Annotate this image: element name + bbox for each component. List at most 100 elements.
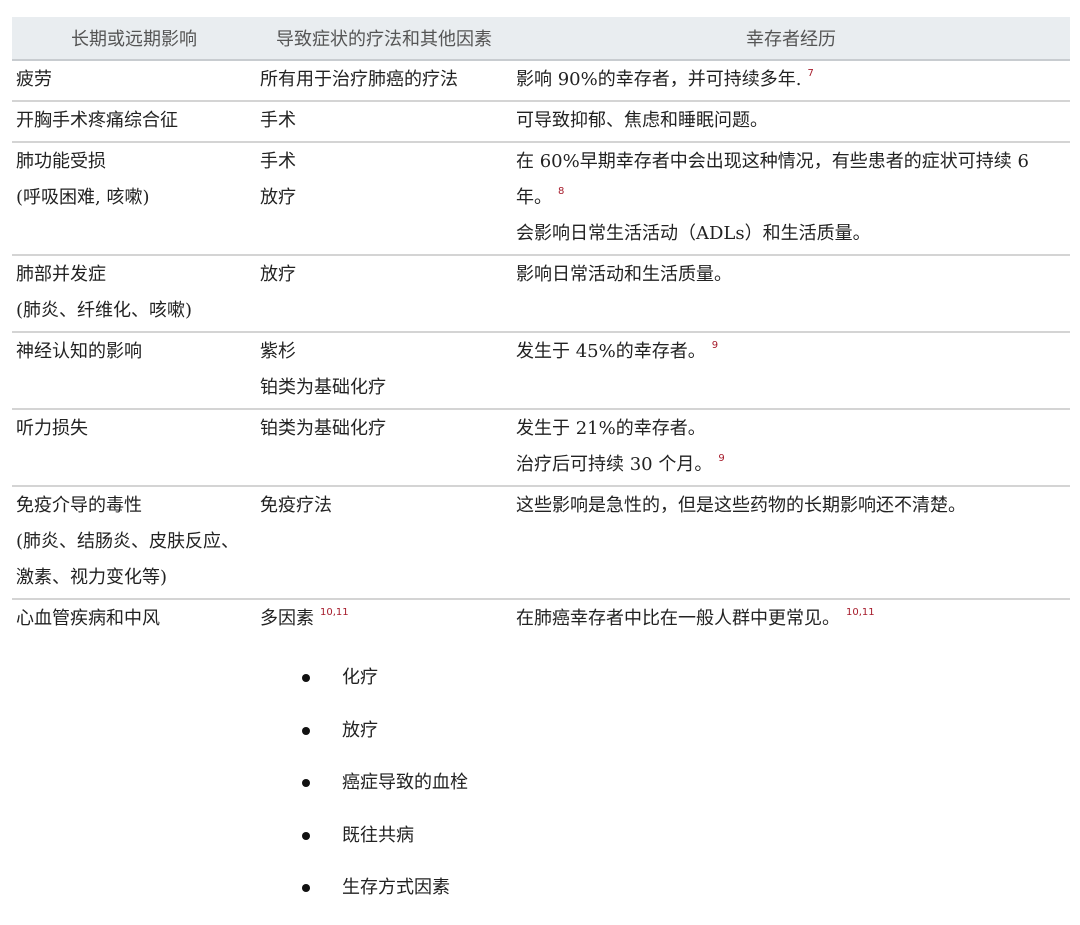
reference-superscript: 10,11	[846, 607, 875, 618]
table-row: 心血管疾病和中风 多因素 10,11 在肺癌幸存者中比在一般人群中更常见。 10,11	[12, 599, 1070, 639]
cause-text: 免疫疗法	[260, 488, 508, 524]
effect-text: (肺炎、纤维化、咳嗽)	[16, 300, 193, 321]
causes-cell: 手术	[256, 101, 512, 143]
effect-cell: 心血管疾病和中风	[12, 599, 256, 639]
cause-label: 铂类为基础化疗	[260, 377, 386, 398]
experience-cell: 在肺癌幸存者中比在一般人群中更常见。 10,11	[512, 599, 1070, 639]
table-row: 听力损失 铂类为基础化疗 发生于 21%的幸存者。 治疗后可持续 30 个月。 9	[12, 409, 1070, 487]
cause-text: 手术	[260, 144, 508, 180]
effect-text: 心血管疾病和中风	[16, 608, 160, 629]
table-row: 免疫介导的毒性 (肺炎、结肠炎、皮肤反应、 激素、视力变化等) 免疫疗法 这些影响是急性…	[12, 486, 1070, 600]
cause-text: 铂类为基础化疗	[260, 370, 508, 406]
table-header-row: 长期或远期影响 导致症状的疗法和其他因素 幸存者经历	[12, 17, 1070, 61]
table-row: 肺功能受损 (呼吸困难, 咳嗽) 手术 放疗在 60%早期幸存者中会出现这种情况，有些…	[12, 142, 1070, 256]
cause-label: 手术	[260, 151, 296, 172]
long-term-effects-table: 长期或远期影响 导致症状的疗法和其他因素 幸存者经历 疲劳 所有用于治疗肺癌的疗法…	[12, 17, 1070, 639]
factor-text: 生存方式因素	[342, 877, 450, 898]
experience-label: 影响 90%的幸存者，并可持续多年.	[516, 69, 802, 90]
factor-text: 既往共病	[342, 824, 414, 846]
experience-text: 在 60%早期幸存者中会出现这种情况，有些患者的症状可持续 6 年。 8	[516, 144, 1068, 216]
experience-cell: 在 60%早期幸存者中会出现这种情况，有些患者的症状可持续 6 年。 8 会影响日常…	[512, 142, 1070, 256]
list-item: 既往共病	[297, 815, 468, 868]
bullet-dot-icon	[302, 674, 310, 682]
cause-label: 紫杉	[260, 341, 296, 362]
cause-text: 紫杉	[260, 334, 508, 370]
table-body: 疲劳 所有用于治疗肺癌的疗法 影响 90%的幸存者，并可持续多年. 7 开胸手术疼痛综合…	[12, 60, 1070, 639]
experience-label: 在 60%早期幸存者中会出现这种情况，有些患者的症状可持续 6 年。	[516, 151, 1029, 208]
effect-cell: 开胸手术疼痛综合征	[12, 101, 256, 143]
experience-label: 在肺癌幸存者中比在一般人群中更常见。	[516, 608, 840, 629]
experience-label: 会影响日常生活活动（ADLs）和生活质量。	[516, 223, 871, 244]
causes-cell: 铂类为基础化疗	[256, 409, 512, 487]
cause-text: 多因素 10,11	[260, 601, 508, 637]
factor-text: 癌症导致的血栓	[342, 772, 468, 793]
effect-cell: 免疫介导的毒性 (肺炎、结肠炎、皮肤反应、 激素、视力变化等)	[12, 486, 256, 600]
effect-text: (肺炎、结肠炎、皮肤反应、	[16, 531, 240, 552]
effect-cell: 肺功能受损 (呼吸困难, 咳嗽)	[12, 142, 256, 256]
factor-text: 化疗	[342, 667, 378, 688]
experience-text: 影响日常活动和生活质量。	[516, 257, 1068, 293]
bullet-dot-icon	[302, 779, 310, 787]
effect-text: 肺功能受损	[16, 151, 106, 172]
bullet-dot-icon	[302, 726, 310, 735]
cause-label: 手术	[260, 110, 296, 131]
effect-text: 疲劳	[16, 69, 52, 90]
experience-text: 这些影响是急性的，但是这些药物的长期影响还不清楚。	[516, 488, 1068, 524]
cause-text: 手术	[260, 103, 508, 139]
experience-label: 治疗后可持续 30 个月。	[516, 454, 713, 475]
cause-label: 放疗	[260, 187, 296, 208]
cause-text: 放疗	[260, 257, 508, 293]
table-row: 开胸手术疼痛综合征 手术 可导致抑郁、焦虑和睡眠问题。	[12, 101, 1070, 143]
effect-cell: 肺部并发症 (肺炎、纤维化、咳嗽)	[12, 255, 256, 333]
experience-label: 这些影响是急性的，但是这些药物的长期影响还不清楚。	[516, 495, 966, 516]
table-row: 疲劳 所有用于治疗肺癌的疗法 影响 90%的幸存者，并可持续多年. 7	[12, 60, 1070, 102]
list-item: 生存方式因素	[297, 867, 468, 920]
list-item: 化疗	[297, 657, 468, 710]
reference-superscript: 9	[718, 453, 725, 464]
column-header-causes: 导致症状的疗法和其他因素	[256, 17, 512, 61]
experience-text: 影响 90%的幸存者，并可持续多年. 7	[516, 62, 1068, 98]
cause-text: 所有用于治疗肺癌的疗法	[260, 62, 508, 98]
effect-cell: 听力损失	[12, 409, 256, 487]
effect-text: 激素、视力变化等)	[16, 567, 168, 588]
effect-text: 肺部并发症	[16, 264, 106, 285]
experience-cell: 影响日常活动和生活质量。	[512, 255, 1070, 333]
cause-text: 放疗	[260, 180, 508, 216]
experience-cell: 可导致抑郁、焦虑和睡眠问题。	[512, 101, 1070, 143]
reference-superscript: 7	[807, 68, 814, 79]
cause-label: 免疫疗法	[260, 495, 332, 516]
table-row: 神经认知的影响 紫杉 铂类为基础化疗 发生于 45%的幸存者。 9	[12, 332, 1070, 410]
effect-text: 免疫介导的毒性	[16, 495, 142, 516]
experience-cell: 这些影响是急性的，但是这些药物的长期影响还不清楚。	[512, 486, 1070, 600]
causes-cell: 放疗	[256, 255, 512, 333]
causes-cell: 多因素 10,11	[256, 599, 512, 639]
experience-label: 发生于 45%的幸存者。	[516, 341, 706, 362]
experience-label: 可导致抑郁、焦虑和睡眠问题。	[516, 110, 768, 131]
experience-text: 在肺癌幸存者中比在一般人群中更常见。 10,11	[516, 601, 1068, 637]
experience-text: 治疗后可持续 30 个月。 9	[516, 447, 1068, 483]
effect-cell: 神经认知的影响	[12, 332, 256, 410]
causes-cell: 所有用于治疗肺癌的疗法	[256, 60, 512, 102]
experience-label: 发生于 21%的幸存者。	[516, 418, 706, 439]
factor-text: 放疗	[342, 719, 378, 741]
cause-label: 多因素	[260, 608, 314, 629]
reference-superscript: 8	[558, 186, 565, 197]
cause-text: 铂类为基础化疗	[260, 411, 508, 447]
causes-cell: 紫杉 铂类为基础化疗	[256, 332, 512, 410]
column-header-effect: 长期或远期影响	[12, 17, 256, 61]
cause-label: 铂类为基础化疗	[260, 418, 386, 439]
experience-label: 影响日常活动和生活质量。	[516, 264, 732, 285]
reference-superscript: 9	[711, 340, 719, 351]
factor-bullet-list: 化疗放疗癌症导致的血栓 既往共病生存方式因素	[297, 657, 468, 920]
bullet-dot-icon	[302, 831, 310, 840]
causes-cell: 手术 放疗	[256, 142, 512, 256]
experience-cell: 发生于 21%的幸存者。 治疗后可持续 30 个月。 9	[512, 409, 1070, 487]
effect-text: (呼吸困难, 咳嗽)	[16, 187, 150, 208]
effect-text: 开胸手术疼痛综合征	[16, 110, 178, 131]
cause-label: 放疗	[260, 264, 296, 285]
experience-text: 可导致抑郁、焦虑和睡眠问题。	[516, 103, 1068, 139]
bullet-dot-icon	[302, 884, 310, 892]
experience-cell: 发生于 45%的幸存者。 9	[512, 332, 1070, 410]
effect-text: 听力损失	[16, 418, 88, 439]
experience-cell: 影响 90%的幸存者，并可持续多年. 7	[512, 60, 1070, 102]
